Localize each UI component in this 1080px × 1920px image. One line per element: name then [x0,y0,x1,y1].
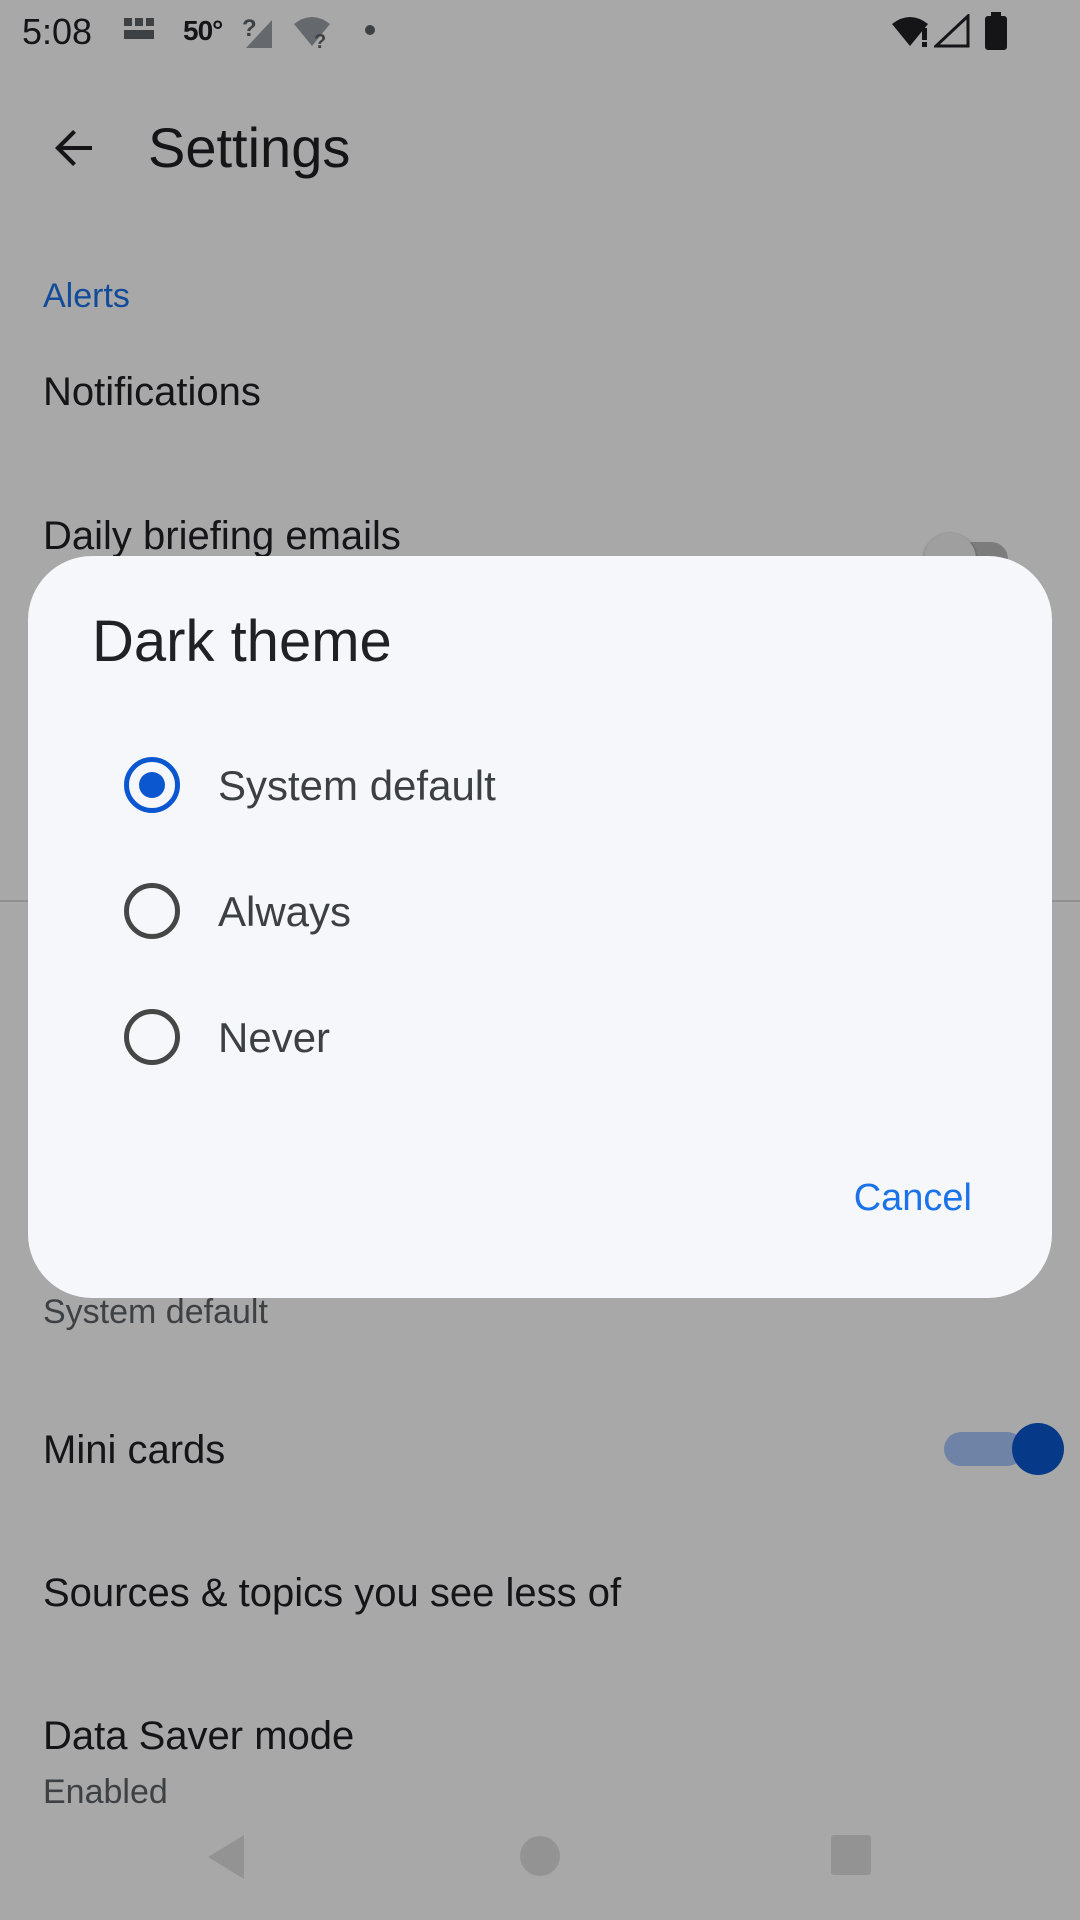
option-system-default[interactable]: System default [68,730,1012,840]
option-label: Never [218,1014,331,1061]
option-never[interactable]: Never [68,982,1012,1092]
dialog-title: Dark theme [92,609,392,674]
radio-selected-icon[interactable] [124,757,180,813]
radio-unselected-icon[interactable] [124,883,180,939]
option-label: Always [218,888,352,935]
screen: 5:08 50° ? ? Settings Alerts Notificatio… [0,0,1080,1920]
cancel-button[interactable]: Cancel [846,1174,980,1222]
dark-theme-dialog: Dark theme System default Always Never C… [28,556,1052,1298]
option-label: System default [218,762,496,809]
radio-dot [139,772,165,798]
radio-unselected-icon[interactable] [124,1009,180,1065]
option-always[interactable]: Always [68,856,1012,966]
